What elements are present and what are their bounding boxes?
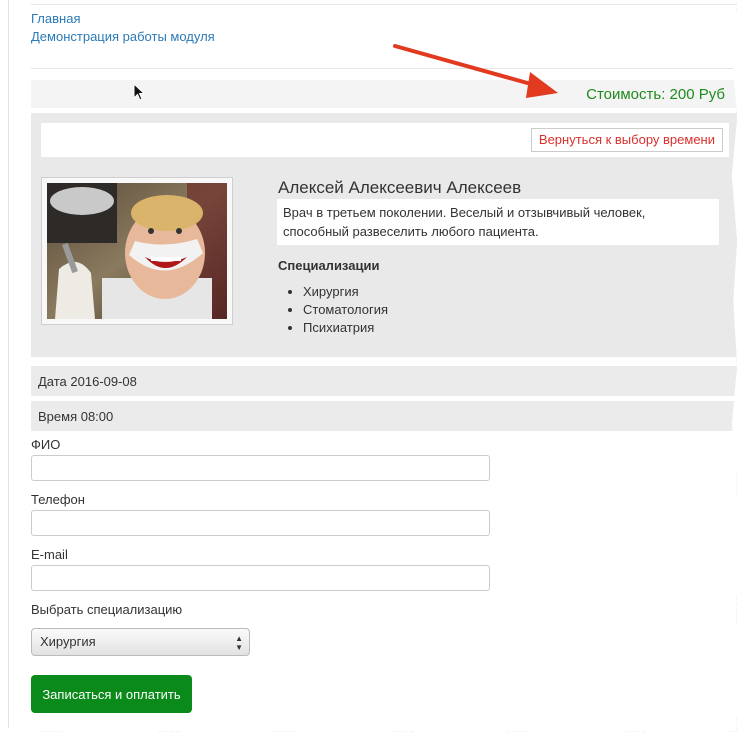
- top-divider: [31, 4, 737, 5]
- select-updown-icon: ▲ ▼: [235, 634, 243, 652]
- specialization-select-value: Хирургия: [40, 634, 96, 649]
- card-toolbar: Вернуться к выбору времени: [41, 123, 729, 157]
- page-container: Главная Демонстрация работы модуля Стоим…: [8, 0, 737, 732]
- list-item: Хирургия: [303, 283, 388, 301]
- appointment-date: Дата 2016-09-08: [38, 374, 137, 389]
- back-to-time-button[interactable]: Вернуться к выбору времени: [530, 128, 723, 152]
- nav-link-demo[interactable]: Демонстрация работы модуля: [31, 29, 215, 44]
- phone-label: Телефон: [31, 492, 85, 507]
- appointment-time-row: Время 08:00: [31, 401, 737, 431]
- specializations-heading: Специализации: [278, 258, 380, 273]
- book-and-pay-button[interactable]: Записаться и оплатить: [31, 675, 192, 713]
- price-label: Стоимость: 200 Руб: [586, 86, 725, 103]
- email-label: E-mail: [31, 547, 68, 562]
- specializations-list: Хирургия Стоматология Психиатрия: [278, 283, 388, 337]
- doctor-name: Алексей Алексеевич Алексеев: [278, 178, 522, 197]
- appointment-date-row: Дата 2016-09-08: [31, 366, 737, 396]
- specialization-select-label: Выбрать специализацию: [31, 602, 183, 617]
- fio-field[interactable]: [31, 455, 490, 481]
- nav-link-home[interactable]: Главная: [31, 11, 80, 26]
- list-item: Психиатрия: [303, 319, 388, 337]
- appointment-time: Время 08:00: [38, 409, 114, 424]
- doctor-card: Вернуться к выбору времени Алексей Алекс…: [31, 113, 737, 357]
- doctor-photo-frame: [41, 177, 233, 325]
- phone-field[interactable]: [31, 510, 490, 536]
- email-field[interactable]: [31, 565, 490, 591]
- fio-label: ФИО: [31, 437, 61, 452]
- specialization-select[interactable]: Хирургия ▲ ▼: [31, 628, 250, 656]
- mouse-cursor-icon: [133, 83, 146, 101]
- header-divider: [31, 68, 737, 69]
- doctor-description: Врач в третьем поколении. Веселый и отзы…: [277, 199, 719, 245]
- doctor-photo: [47, 183, 227, 319]
- list-item: Стоматология: [303, 301, 388, 319]
- red-arrow-annotation: [393, 44, 558, 98]
